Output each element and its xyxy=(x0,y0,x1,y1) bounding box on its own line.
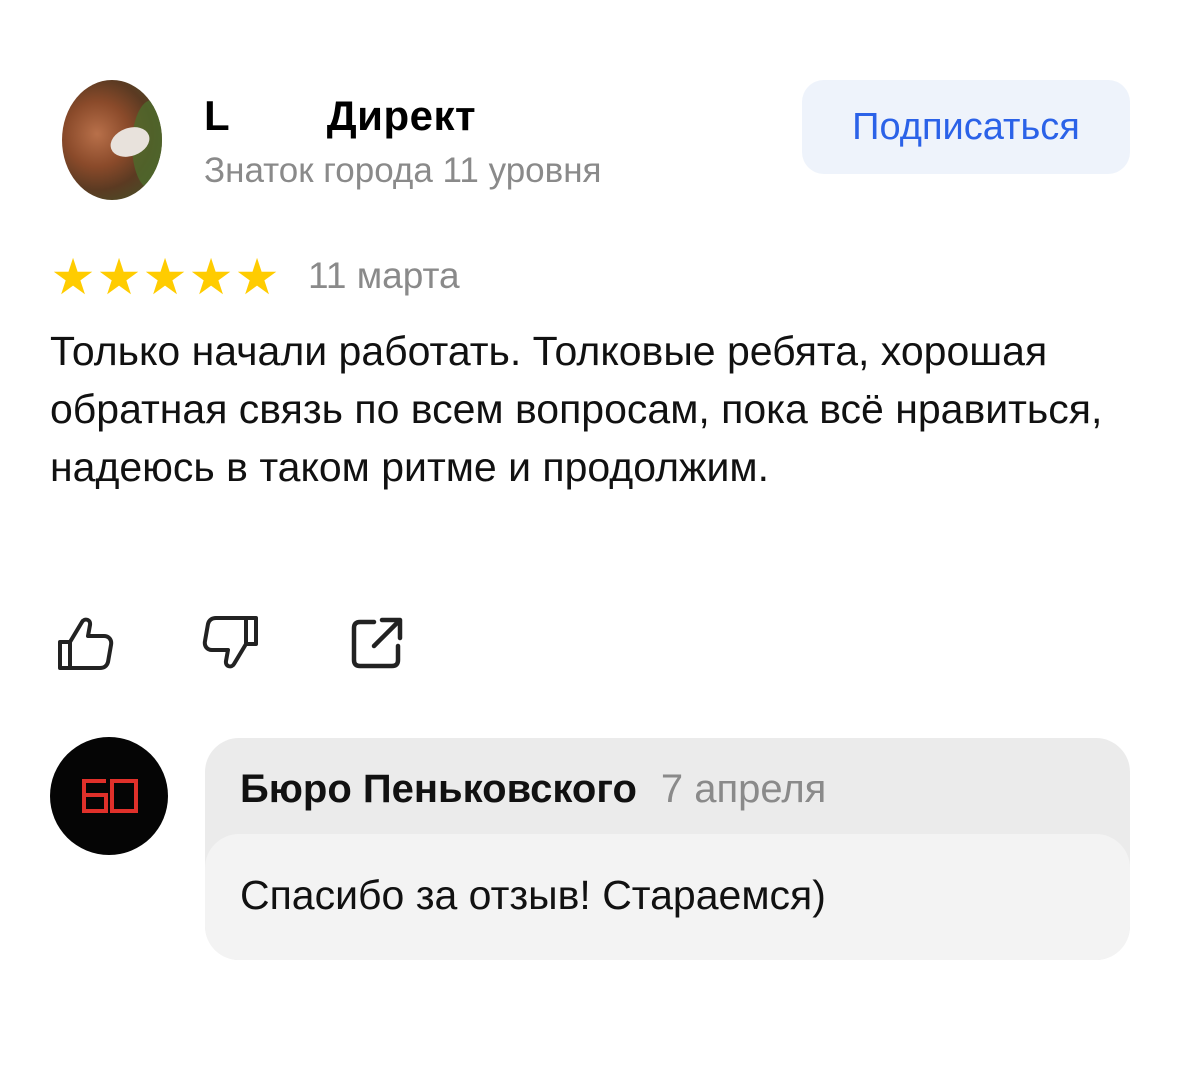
user-avatar[interactable] xyxy=(62,80,162,200)
review-text: Только начали работать. Толковые ребята,… xyxy=(50,328,1103,490)
star-icon: ★ xyxy=(142,249,188,305)
thumbs-up-icon[interactable] xyxy=(54,612,116,674)
star-icon: ★ xyxy=(188,249,234,305)
reply-text: Спасибо за отзыв! Стараемся) xyxy=(240,872,826,918)
share-icon[interactable] xyxy=(346,612,408,674)
thumbs-down-icon[interactable] xyxy=(200,612,262,674)
reply-date: 7 апреля xyxy=(660,767,827,811)
reply-header: Бюро Пеньковского 7 апреля xyxy=(240,767,826,812)
author-name[interactable]: L Директ xyxy=(204,92,476,140)
reply-author[interactable]: Бюро Пеньковского xyxy=(240,767,637,812)
company-avatar[interactable] xyxy=(50,737,168,855)
review-actions xyxy=(54,612,408,674)
review-date: 11 марта xyxy=(308,255,460,296)
star-icon: ★ xyxy=(234,249,280,305)
star-icon: ★ xyxy=(50,249,96,305)
subscribe-button[interactable]: Подписаться xyxy=(802,80,1130,174)
star-icon: ★ xyxy=(96,249,142,305)
company-logo xyxy=(82,779,138,813)
author-level: Знаток города 11 уровня xyxy=(204,151,602,190)
star-rating: ★ ★ ★ ★ ★ xyxy=(50,249,280,305)
